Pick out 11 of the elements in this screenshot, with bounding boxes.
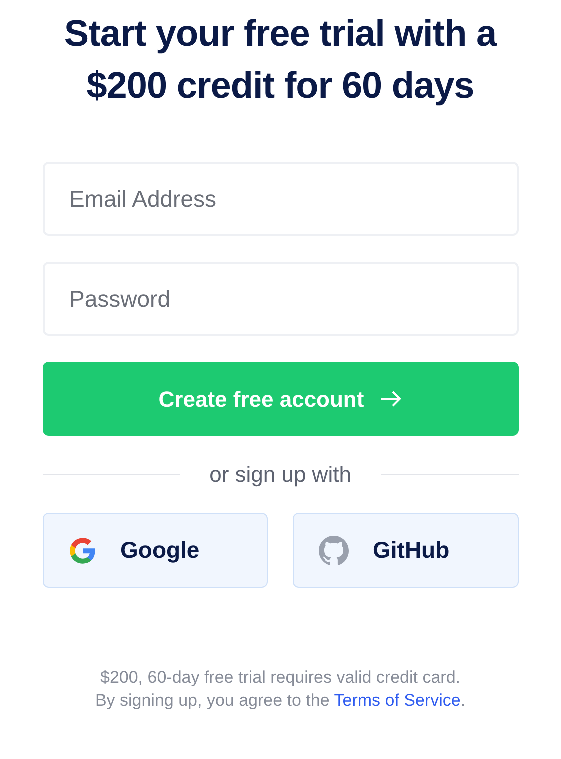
terms-link[interactable]: Terms of Service <box>334 691 461 710</box>
google-icon <box>68 536 96 564</box>
cat-silhouette-icon <box>319 536 349 566</box>
page-heading: Start your free trial with a $200 credit for 60 days <box>64 12 497 108</box>
arrow-right-icon <box>380 391 402 407</box>
terms-notice: $200, 60-day free trial requires valid credit card. By signing up, you agree to the Terms of Service. <box>95 667 466 712</box>
email-field[interactable]: Email Address <box>42 162 518 236</box>
google-button[interactable]: Google <box>42 513 268 588</box>
github-button[interactable]: GitHub <box>293 513 518 588</box>
divider-label: or sign up with <box>210 461 352 489</box>
password-field[interactable]: Password <box>42 262 518 336</box>
